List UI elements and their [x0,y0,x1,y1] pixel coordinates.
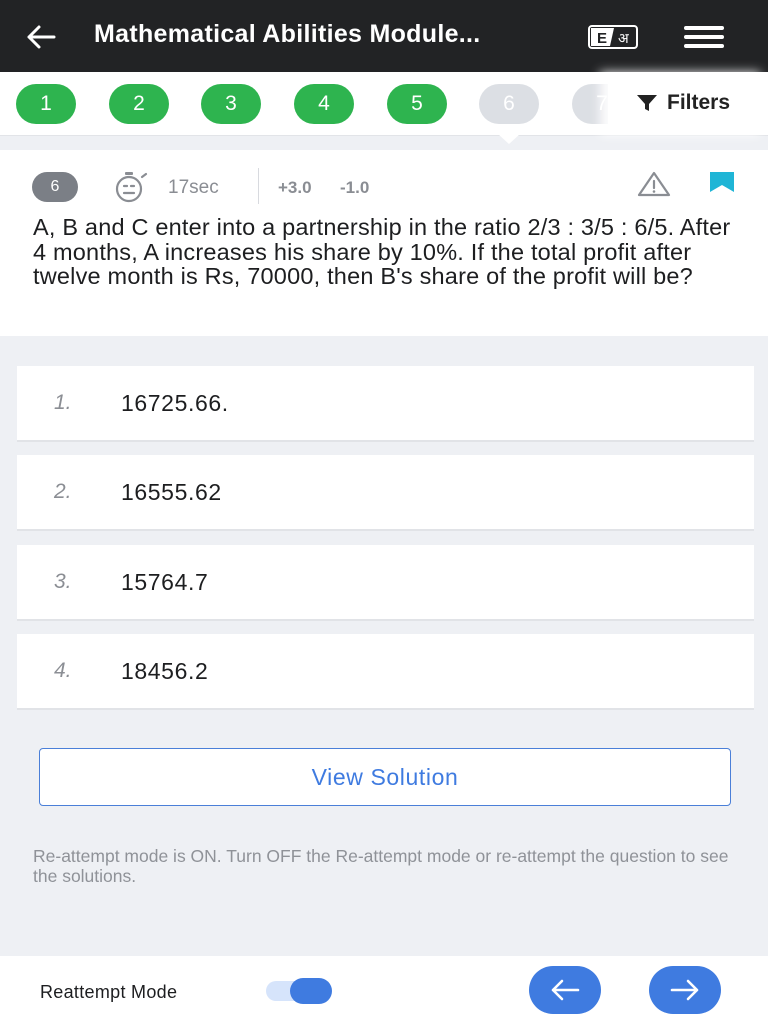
positive-marks: +3.0 [278,178,312,197]
reattempt-mode-toggle[interactable] [266,978,332,1004]
question-timer: 17sec [168,177,219,198]
menu-button[interactable] [684,24,724,50]
arrow-left-icon [27,25,56,49]
arrow-left-icon [551,979,580,1001]
reattempt-info-text: Re-attempt mode is ON. Turn OFF the Re-a… [33,846,729,886]
bookmark-icon[interactable] [710,172,734,194]
current-question-caret [498,134,520,144]
arrow-right-icon [670,979,699,1001]
question-navigator: 1 2 3 4 5 6 7 Filters [0,72,768,136]
back-button[interactable] [22,18,60,56]
question-pill-5[interactable]: 5 [387,84,447,124]
hamburger-menu-icon [684,26,724,48]
warning-icon[interactable] [636,170,672,198]
answer-option-1[interactable]: 1. 16725.66. [17,366,754,442]
stopwatch-icon [115,172,148,203]
app-header: Mathematical Abilities Module... E अ [0,0,768,72]
filters-label: Filters [667,91,731,114]
toggle-knob [290,978,332,1004]
answer-option-3[interactable]: 3. 15764.7 [17,545,754,621]
question-pill-4[interactable]: 4 [294,84,354,124]
view-solution-button[interactable]: View Solution [39,748,731,806]
next-question-button[interactable] [649,966,721,1014]
option-number: 1. [54,391,72,414]
language-toggle-button[interactable]: E अ [588,22,640,52]
question-number-badge: 6 [32,172,78,202]
svg-text:E: E [597,30,607,47]
language-toggle-icon: E अ [588,25,638,49]
answer-option-4[interactable]: 4. 18456.2 [17,634,754,710]
divider [258,168,259,204]
option-value: 18456.2 [121,658,209,684]
question-text: A, B and C enter into a partnership in t… [33,214,731,289]
option-value: 15764.7 [121,569,209,595]
filters-button[interactable]: Filters [608,72,768,135]
svg-text:अ: अ [618,31,629,47]
previous-question-button[interactable] [529,966,601,1014]
option-value: 16725.66. [121,390,229,416]
answer-option-2[interactable]: 2. 16555.62 [17,455,754,531]
question-pill-3[interactable]: 3 [201,84,261,124]
option-number: 2. [54,480,72,503]
question-pill-2[interactable]: 2 [109,84,169,124]
negative-marks: -1.0 [340,178,370,197]
option-number: 3. [54,570,72,593]
option-number: 4. [54,659,72,682]
question-pill-6-current[interactable]: 6 [479,84,539,124]
reattempt-mode-label: Reattempt Mode [40,982,178,1002]
funnel-icon [637,95,657,111]
question-pill-1[interactable]: 1 [16,84,76,124]
option-value: 16555.62 [121,479,222,505]
page-title: Mathematical Abilities Module... [94,20,481,48]
